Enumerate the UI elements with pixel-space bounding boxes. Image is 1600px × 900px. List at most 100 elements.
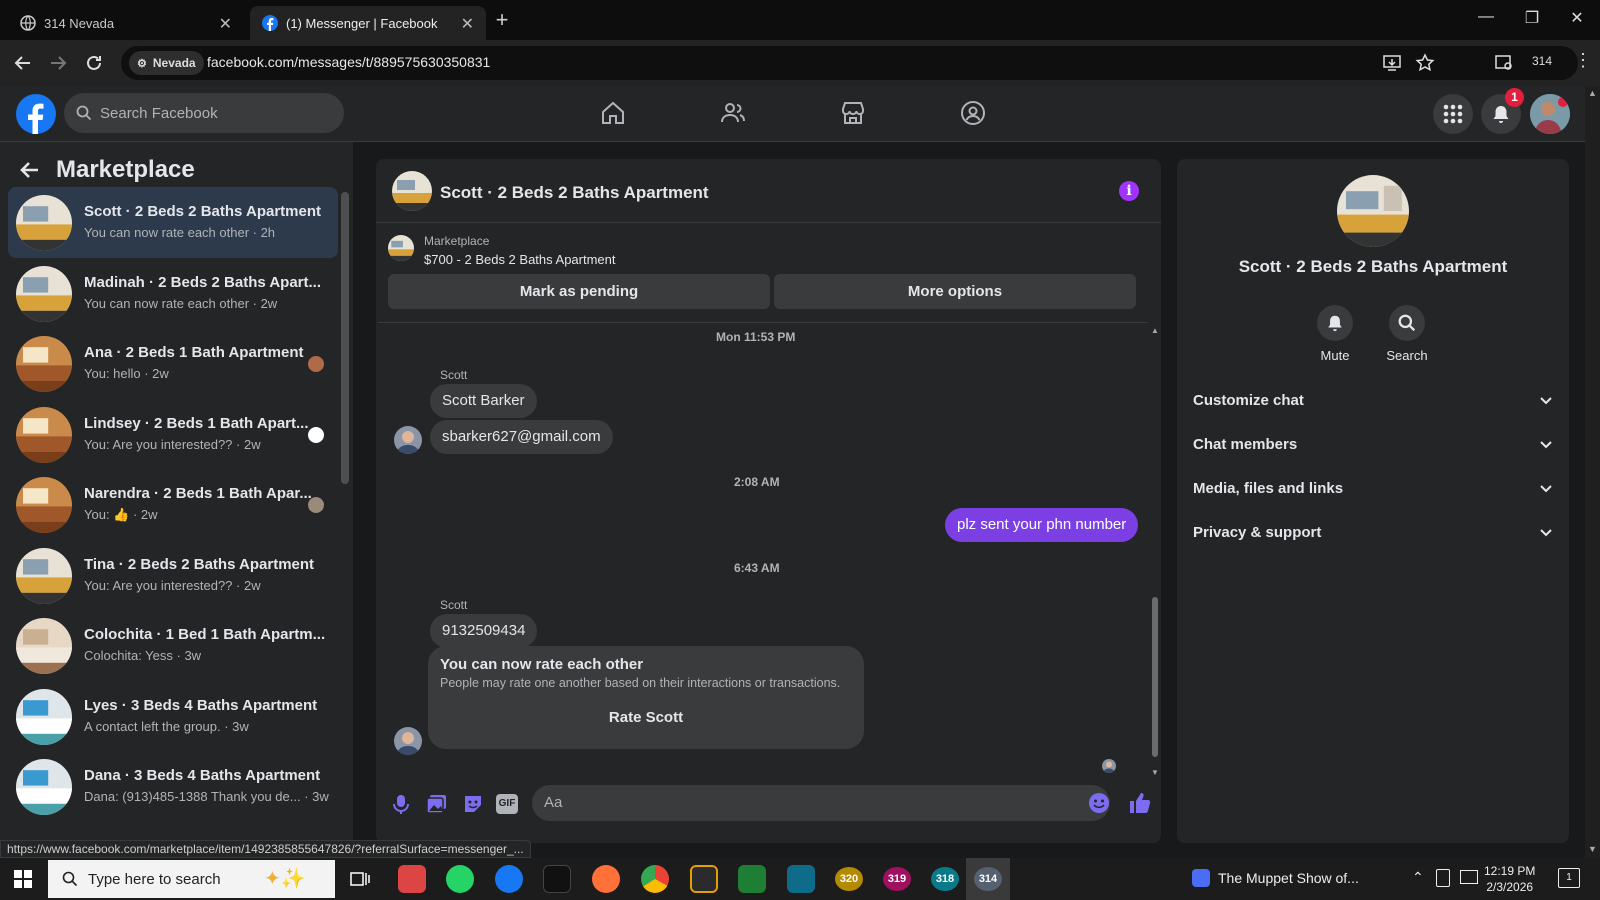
new-tab-button[interactable]: + xyxy=(490,8,514,32)
facebook-logo-icon[interactable] xyxy=(16,94,56,134)
forward-arrow-icon[interactable] xyxy=(47,52,69,74)
chrome-profile-319-icon[interactable]: 319 xyxy=(883,867,911,891)
conversation-item[interactable]: Lindsey · 2 Beds 1 Bath Apart... You: Are… xyxy=(8,399,338,470)
back-arrow-icon[interactable] xyxy=(12,52,34,74)
conversation-item[interactable]: Scott · 2 Beds 2 Baths Apartment You can … xyxy=(8,187,338,258)
whatsapp-icon[interactable] xyxy=(446,865,474,893)
my-message-bubble[interactable]: plz sent your phn number xyxy=(945,508,1139,542)
bookmark-star-icon[interactable] xyxy=(1415,53,1435,73)
windows-start-icon[interactable] xyxy=(14,870,32,888)
listing-thumbnail[interactable] xyxy=(388,235,414,261)
scrollbar-thumb[interactable] xyxy=(1152,597,1158,757)
profile-count[interactable]: 314 xyxy=(1532,54,1552,68)
info-icon[interactable]: i xyxy=(1119,181,1139,201)
home-icon[interactable] xyxy=(600,100,626,126)
listing-photo-icon xyxy=(16,688,72,745)
message-thread-scrollbar[interactable]: ▲ ▼ xyxy=(1149,322,1161,782)
restore-button[interactable]: ❐ xyxy=(1520,8,1544,28)
action-center-icon[interactable]: 1 xyxy=(1558,868,1580,888)
scroll-up-icon[interactable]: ▲ xyxy=(1588,88,1597,98)
more-options-button[interactable]: More options xyxy=(774,274,1136,309)
friends-icon[interactable] xyxy=(720,100,746,126)
back-arrow-icon[interactable] xyxy=(20,160,40,180)
conversation-item[interactable]: Madinah · 2 Beds 2 Baths Apart... You can… xyxy=(8,258,338,329)
chrome-profile-320-icon[interactable]: 320 xyxy=(835,867,863,891)
photo-icon[interactable] xyxy=(426,793,448,815)
close-tab-icon[interactable]: ✕ xyxy=(219,14,232,34)
conversation-item[interactable]: Narendra · 2 Beds 1 Bath Apar... You: 👍 ·… xyxy=(8,469,338,540)
tab-messenger[interactable]: (1) Messenger | Facebook ✕ xyxy=(250,6,486,40)
scroll-down-icon[interactable]: ▼ xyxy=(1151,768,1159,777)
taskbar-search-input[interactable]: Type here to search ✦✨ xyxy=(48,860,335,898)
media-title[interactable]: The Muppet Show of... xyxy=(1218,870,1359,886)
chat-members-section[interactable]: Chat members xyxy=(1193,425,1553,465)
page-scrollbar[interactable]: ▲ ▼ xyxy=(1585,86,1600,858)
close-window-button[interactable]: ✕ xyxy=(1565,8,1589,28)
close-tab-icon[interactable]: ✕ xyxy=(461,14,474,34)
facebook-app-icon[interactable] xyxy=(495,865,523,893)
message-input[interactable]: Aa xyxy=(532,785,1110,821)
listing-price-title[interactable]: $700 - 2 Beds 2 Baths Apartment xyxy=(424,252,616,267)
message-bubble[interactable]: Scott Barker xyxy=(430,384,537,418)
minimize-button[interactable]: — xyxy=(1474,8,1498,26)
chat-title[interactable]: Scott · 2 Beds 2 Baths Apartment xyxy=(440,183,709,203)
sender-avatar[interactable] xyxy=(394,426,422,454)
menu-kebab-icon[interactable]: ⋮ xyxy=(1574,50,1592,71)
search-in-chat-button[interactable]: Search xyxy=(1371,305,1443,363)
tray-chevron-up-icon[interactable]: ⌃ xyxy=(1412,869,1424,886)
tune-icon: ⚙ xyxy=(137,57,147,70)
mute-button[interactable]: Mute xyxy=(1299,305,1371,363)
omnibox[interactable]: ⚙ Nevada facebook.com/messages/t/8895756… xyxy=(121,46,1578,80)
install-app-icon[interactable] xyxy=(1383,54,1401,72)
chevron-down-icon xyxy=(1540,485,1552,493)
site-info-chip[interactable]: ⚙ Nevada xyxy=(129,51,204,75)
firefox-icon[interactable] xyxy=(592,865,620,893)
gif-icon[interactable]: GIF xyxy=(496,794,518,814)
task-view-icon[interactable] xyxy=(350,870,370,888)
marketplace-title: Marketplace xyxy=(56,156,195,183)
tiktok-icon[interactable] xyxy=(543,865,571,893)
message-bubble[interactable]: 9132509434 xyxy=(430,614,538,648)
sender-avatar[interactable] xyxy=(394,727,422,755)
facebook-search-input[interactable]: Search Facebook xyxy=(64,93,344,133)
rate-scott-button[interactable]: Rate Scott xyxy=(440,700,852,736)
active-taskbar-item[interactable]: 314 xyxy=(966,858,1010,900)
taskbar-app-icon[interactable] xyxy=(690,865,718,893)
emoji-icon[interactable] xyxy=(1088,792,1110,814)
taskbar-app-icon[interactable] xyxy=(398,865,426,893)
chrome-icon[interactable] xyxy=(641,865,669,893)
privacy-support-section[interactable]: Privacy & support xyxy=(1193,513,1553,553)
profile-avatar[interactable] xyxy=(1530,94,1570,134)
chat-avatar[interactable] xyxy=(392,171,432,211)
tab-314-nevada[interactable]: 314 Nevada ✕ xyxy=(8,6,244,40)
scroll-down-icon[interactable]: ▼ xyxy=(1588,844,1597,854)
conversation-list-scrollbar[interactable] xyxy=(341,192,349,484)
conversation-item[interactable]: Dana · 3 Beds 4 Baths Apartment Dana: (91… xyxy=(8,751,338,822)
reload-icon[interactable] xyxy=(83,52,105,74)
chrome-profile-318-icon[interactable]: 318 xyxy=(931,867,959,891)
customize-chat-section[interactable]: Customize chat xyxy=(1193,381,1553,421)
conversation-item[interactable]: Colochita · 1 Bed 1 Bath Apartm... Coloch… xyxy=(8,610,338,681)
system-clock[interactable]: 12:19 PM 2/3/2026 xyxy=(1484,863,1535,895)
menu-grid-button[interactable] xyxy=(1433,94,1473,134)
device-icon[interactable] xyxy=(1436,869,1450,887)
taskbar-app-icon[interactable] xyxy=(787,865,815,893)
thumbs-up-icon[interactable] xyxy=(1128,791,1152,815)
sticker-icon[interactable] xyxy=(462,793,484,815)
media-play-icon[interactable] xyxy=(1192,869,1210,887)
conversation-item[interactable]: Ana · 2 Beds 1 Bath Apartment You: hello … xyxy=(8,328,338,399)
media-files-links-section[interactable]: Media, files and links xyxy=(1193,469,1553,509)
groups-icon[interactable] xyxy=(960,100,986,126)
marketplace-icon[interactable] xyxy=(840,100,866,126)
scroll-up-icon[interactable]: ▲ xyxy=(1151,326,1159,335)
microphone-icon[interactable] xyxy=(390,793,412,815)
details-avatar[interactable] xyxy=(1337,175,1409,247)
conversation-item[interactable]: Tina · 2 Beds 2 Baths Apartment You: Are … xyxy=(8,540,338,611)
mark-as-pending-button[interactable]: Mark as pending xyxy=(388,274,770,309)
message-bubble[interactable]: sbarker627@gmail.com xyxy=(430,420,613,454)
url-text[interactable]: facebook.com/messages/t/889575630350831 xyxy=(207,54,490,70)
conversation-item[interactable]: Lyes · 3 Beds 4 Baths Apartment A contact… xyxy=(8,681,338,752)
network-icon[interactable] xyxy=(1460,870,1478,884)
spreadsheet-app-icon[interactable] xyxy=(738,865,766,893)
reading-mode-icon[interactable] xyxy=(1494,53,1514,73)
